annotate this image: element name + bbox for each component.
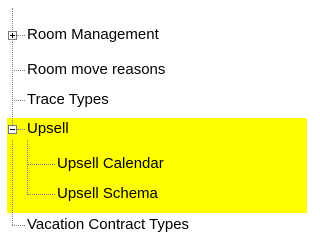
branch-upsell-schema: [27, 194, 55, 195]
tree-item-label: Room move reasons: [27, 61, 166, 78]
branch-vacation-contract-types: [12, 225, 25, 226]
branch-room-move-reasons: [12, 70, 25, 71]
branch-upsell-calendar: [27, 164, 55, 165]
tree-item-label: Upsell Schema: [57, 185, 158, 202]
expand-plus-icon[interactable]: [8, 31, 17, 40]
tree-view: Room Management Room move reasons Trace …: [0, 0, 310, 241]
tree-item-vacation-contract-types[interactable]: Vacation Contract Types: [27, 213, 189, 237]
tree-connector-child: [27, 140, 28, 195]
tree-item-label: Trace Types: [27, 91, 109, 108]
tree-item-upsell-schema[interactable]: Upsell Schema: [57, 182, 158, 206]
tree-item-upsell-calendar[interactable]: Upsell Calendar: [57, 152, 164, 176]
collapse-minus-icon[interactable]: [8, 125, 17, 134]
tree-item-label: Vacation Contract Types: [27, 216, 190, 233]
tree-item-label: Upsell: [27, 120, 69, 137]
tree-item-room-management[interactable]: Room Management: [27, 23, 159, 47]
tree-item-label: Upsell Calendar: [57, 155, 164, 172]
tree-item-trace-types[interactable]: Trace Types: [27, 88, 109, 112]
tree-item-label: Room Management: [27, 26, 159, 43]
branch-upsell: [17, 129, 25, 130]
branch-trace-types: [12, 100, 25, 101]
tree-item-upsell[interactable]: Upsell: [27, 117, 69, 141]
tree-connector-main-bottom: [12, 140, 13, 225]
tree-connector-main-top: [12, 8, 13, 30]
tree-item-room-move-reasons[interactable]: Room move reasons: [27, 58, 165, 82]
tree-connector-main: [12, 41, 13, 129]
branch-room-management: [17, 35, 25, 36]
